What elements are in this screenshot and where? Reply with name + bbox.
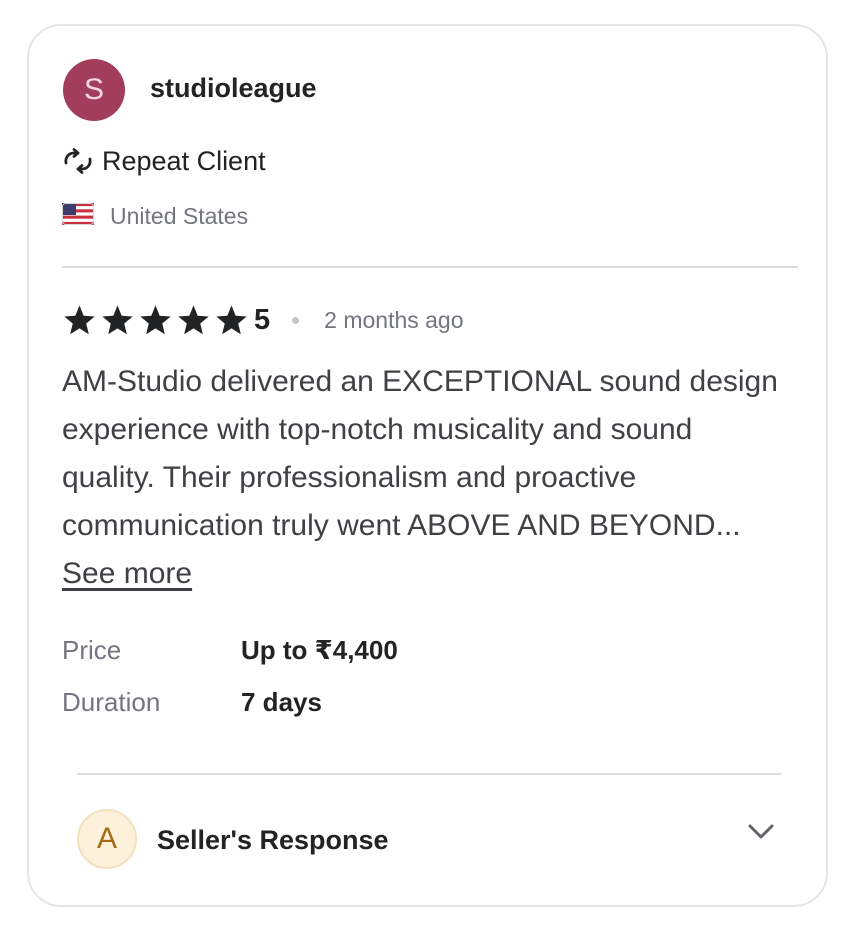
duration-label: Duration bbox=[62, 687, 161, 717]
review-body: AM-Studio delivered an EXCEPTIONAL sound… bbox=[62, 365, 778, 542]
star-icon bbox=[214, 304, 252, 337]
review-text: AM-Studio delivered an EXCEPTIONAL sound… bbox=[62, 358, 792, 598]
review-date: 2 months ago bbox=[324, 306, 464, 333]
duration-value: 7 days bbox=[241, 687, 322, 717]
see-more-link[interactable]: See more bbox=[62, 557, 192, 590]
star-icon bbox=[138, 304, 176, 337]
country-label: United States bbox=[110, 202, 249, 229]
star-icon bbox=[176, 304, 214, 337]
reviewer-avatar[interactable]: S bbox=[63, 59, 125, 121]
chevron-down-icon[interactable] bbox=[746, 823, 776, 841]
reviewer-username[interactable]: studioleague bbox=[150, 73, 317, 104]
star-icon bbox=[100, 304, 138, 337]
us-flag-icon bbox=[62, 202, 94, 230]
separator-dot bbox=[292, 316, 300, 324]
repeat-client-badge: Repeat Client bbox=[62, 143, 266, 179]
rating-row: 5 2 months ago bbox=[62, 300, 464, 340]
seller-response-label[interactable]: Seller's Response bbox=[157, 825, 389, 856]
divider bbox=[77, 773, 781, 775]
repeat-client-label: Repeat Client bbox=[102, 145, 266, 176]
rating-value: 5 bbox=[254, 303, 271, 336]
price-label: Price bbox=[62, 635, 122, 665]
price-value: Up to ₹4,400 bbox=[241, 635, 398, 665]
seller-avatar: A bbox=[77, 809, 137, 869]
star-icon bbox=[62, 304, 100, 337]
star-rating bbox=[62, 304, 252, 337]
reviewer-country: United States bbox=[62, 200, 248, 232]
repeat-icon bbox=[62, 148, 94, 174]
review-card: S studioleague Repeat Client United Stat… bbox=[27, 24, 828, 907]
divider bbox=[62, 266, 798, 268]
